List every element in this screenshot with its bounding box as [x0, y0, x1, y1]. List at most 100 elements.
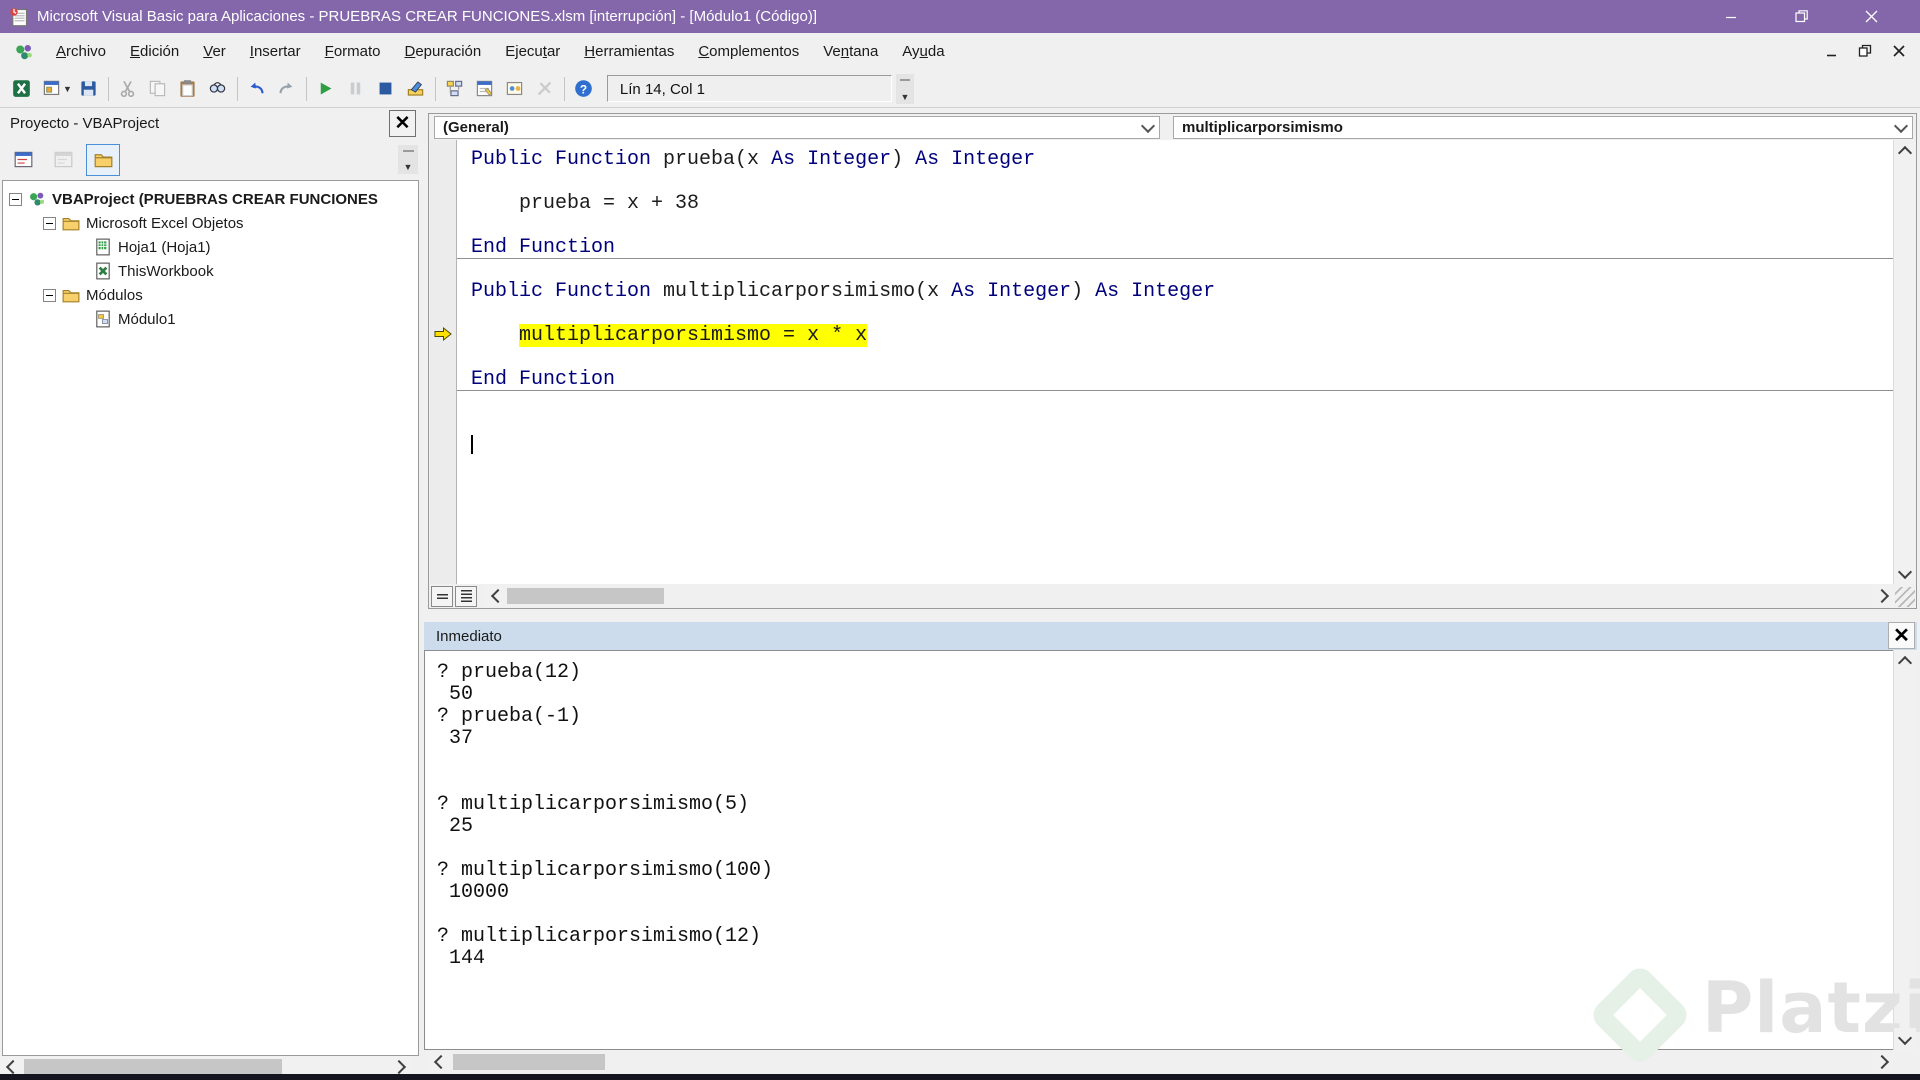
cut-button[interactable]: [114, 75, 142, 103]
undo-button[interactable]: [243, 75, 271, 103]
chevron-down-icon: [1143, 121, 1153, 138]
menu-item-herramientas[interactable]: Herramientas: [572, 37, 686, 66]
toolbar-separator: [108, 77, 109, 101]
window-close-icon[interactable]: [1848, 0, 1894, 33]
insert-userform-button[interactable]: [37, 75, 65, 103]
menu-item-archivo[interactable]: Archivo: [44, 37, 118, 66]
immediate-input-area[interactable]: ? prueba(12) 50? prueba(-1) 37? multipli…: [424, 650, 1894, 1050]
menu-item-ver[interactable]: Ver: [191, 37, 238, 66]
code-line: multiplicarporsimismo = x * x: [471, 325, 1893, 347]
paste-button[interactable]: [174, 75, 202, 103]
menu-item-insertar[interactable]: Insertar: [238, 37, 313, 66]
find-button[interactable]: [204, 75, 232, 103]
collapse-minus-icon[interactable]: [9, 193, 22, 206]
tree-item-thisworkbook[interactable]: ThisWorkbook: [3, 259, 418, 283]
scroll-up-icon[interactable]: [1894, 140, 1916, 162]
code-line: [471, 259, 1893, 281]
view-object-button[interactable]: [46, 144, 80, 176]
immediate-titlebar: Inmediato ✕: [424, 622, 1917, 650]
resize-grip[interactable]: [1895, 587, 1915, 607]
project-panel-header: Proyecto - VBAProject ✕: [0, 108, 421, 138]
menu-item-ayuda[interactable]: Ayuda: [890, 37, 956, 66]
menu-item-ejecutar[interactable]: Ejecutar: [493, 37, 572, 66]
toolbar-separator: [435, 77, 436, 101]
scroll-up-icon[interactable]: [1894, 650, 1916, 672]
cursor-position-status: Lín 14, Col 1: [607, 75, 892, 102]
scroll-left-icon[interactable]: [485, 585, 507, 607]
document-minimize-icon[interactable]: [1816, 37, 1846, 65]
standard-toolbar: ▼? Lín 14, Col 1 ▼: [0, 70, 1920, 108]
immediate-line: ? multiplicarporsimismo(12): [437, 926, 1893, 948]
scroll-right-icon[interactable]: [1872, 585, 1894, 607]
find-icon: [208, 79, 227, 98]
toolbar-options-dropdown[interactable]: ▼: [896, 74, 914, 104]
tree-item-microsoft-excel-objetos[interactable]: Microsoft Excel Objetos: [3, 211, 418, 235]
copy-button[interactable]: [144, 75, 172, 103]
scroll-right-icon[interactable]: [1872, 1051, 1894, 1073]
design-mode-button[interactable]: [402, 75, 430, 103]
menu-item-formato[interactable]: Formato: [313, 37, 393, 66]
scroll-down-icon[interactable]: [1894, 562, 1916, 584]
immediate-line: [437, 772, 1893, 794]
module-icon: [94, 310, 112, 328]
redo-button[interactable]: [273, 75, 301, 103]
insert-userform-icon: [42, 79, 61, 98]
document-close-icon[interactable]: [1884, 37, 1914, 65]
tree-item-vbaproject-pruebras-crear-funciones[interactable]: VBAProject (PRUEBRAS CREAR FUNCIONES: [3, 187, 418, 211]
save-button[interactable]: [75, 75, 103, 103]
menu-item-complementos[interactable]: Complementos: [686, 37, 811, 66]
menu-item-depuracion[interactable]: Depuración: [393, 37, 494, 66]
tree-item-modulo1[interactable]: Módulo1: [3, 307, 418, 331]
procedure-view-button[interactable]: [431, 586, 453, 607]
redo-icon: [277, 79, 296, 98]
insert-dropdown-caret-icon[interactable]: ▼: [63, 84, 72, 94]
break-button[interactable]: [342, 75, 370, 103]
project-panel-title: Proyecto - VBAProject: [10, 115, 159, 132]
collapse-minus-icon[interactable]: [43, 289, 56, 302]
margin-indicator-bar[interactable]: [430, 140, 457, 584]
toggle-folders-button[interactable]: [86, 144, 120, 176]
scroll-down-icon[interactable]: [1894, 1028, 1916, 1050]
scrollbar-thumb[interactable]: [24, 1059, 282, 1075]
collapse-minus-icon[interactable]: [43, 217, 56, 230]
toolbar-separator: [306, 77, 307, 101]
undo-icon: [247, 79, 266, 98]
scroll-left-icon[interactable]: [428, 1051, 450, 1073]
code-line: [471, 171, 1893, 193]
immediate-hscrollbar[interactable]: [424, 1050, 1894, 1074]
code-editor[interactable]: Public Function prueba(x As Integer) As …: [457, 140, 1893, 584]
code-vscrollbar[interactable]: [1893, 140, 1916, 584]
code-hscrollbar[interactable]: [429, 584, 1916, 608]
toolbar-separator: [237, 77, 238, 101]
procedure-dropdown[interactable]: multiplicarporsimismo: [1173, 116, 1913, 139]
tree-item-label: ThisWorkbook: [118, 263, 214, 280]
toolbox-button[interactable]: [531, 75, 559, 103]
window-restore-icon[interactable]: [1778, 0, 1824, 33]
object-dropdown[interactable]: (General): [434, 116, 1160, 139]
tree-item-hoja1-hoja1-[interactable]: Hoja1 (Hoja1): [3, 235, 418, 259]
help-button[interactable]: ?: [570, 75, 598, 103]
immediate-line: [437, 750, 1893, 772]
properties-window-button[interactable]: [471, 75, 499, 103]
tree-item-modulos[interactable]: Módulos: [3, 283, 418, 307]
run-button[interactable]: [312, 75, 340, 103]
immediate-close-icon[interactable]: ✕: [1888, 622, 1915, 649]
view-code-button[interactable]: [6, 144, 40, 176]
project-explorer-panel: Proyecto - VBAProject ✕ ▼ VBAProject (PR…: [0, 108, 421, 1080]
scrollbar-thumb[interactable]: [453, 1054, 605, 1070]
excel-button[interactable]: [7, 75, 35, 103]
object-browser-button[interactable]: [501, 75, 529, 103]
document-restore-icon[interactable]: [1850, 37, 1880, 65]
window-minimize-icon[interactable]: [1708, 0, 1754, 33]
menu-item-edicion[interactable]: Edición: [118, 37, 191, 66]
full-module-view-button[interactable]: [455, 586, 477, 607]
toolbar-separator: [564, 77, 565, 101]
project-panel-options-dropdown[interactable]: ▼: [398, 145, 418, 174]
project-explorer-button[interactable]: [441, 75, 469, 103]
reset-button[interactable]: [372, 75, 400, 103]
project-panel-close-icon[interactable]: ✕: [389, 110, 416, 137]
menu-item-ventana[interactable]: Ventana: [811, 37, 890, 66]
scrollbar-thumb[interactable]: [507, 588, 664, 604]
immediate-vscrollbar[interactable]: [1893, 650, 1917, 1050]
code-line: Public Function multiplicarporsimismo(x …: [471, 281, 1893, 303]
